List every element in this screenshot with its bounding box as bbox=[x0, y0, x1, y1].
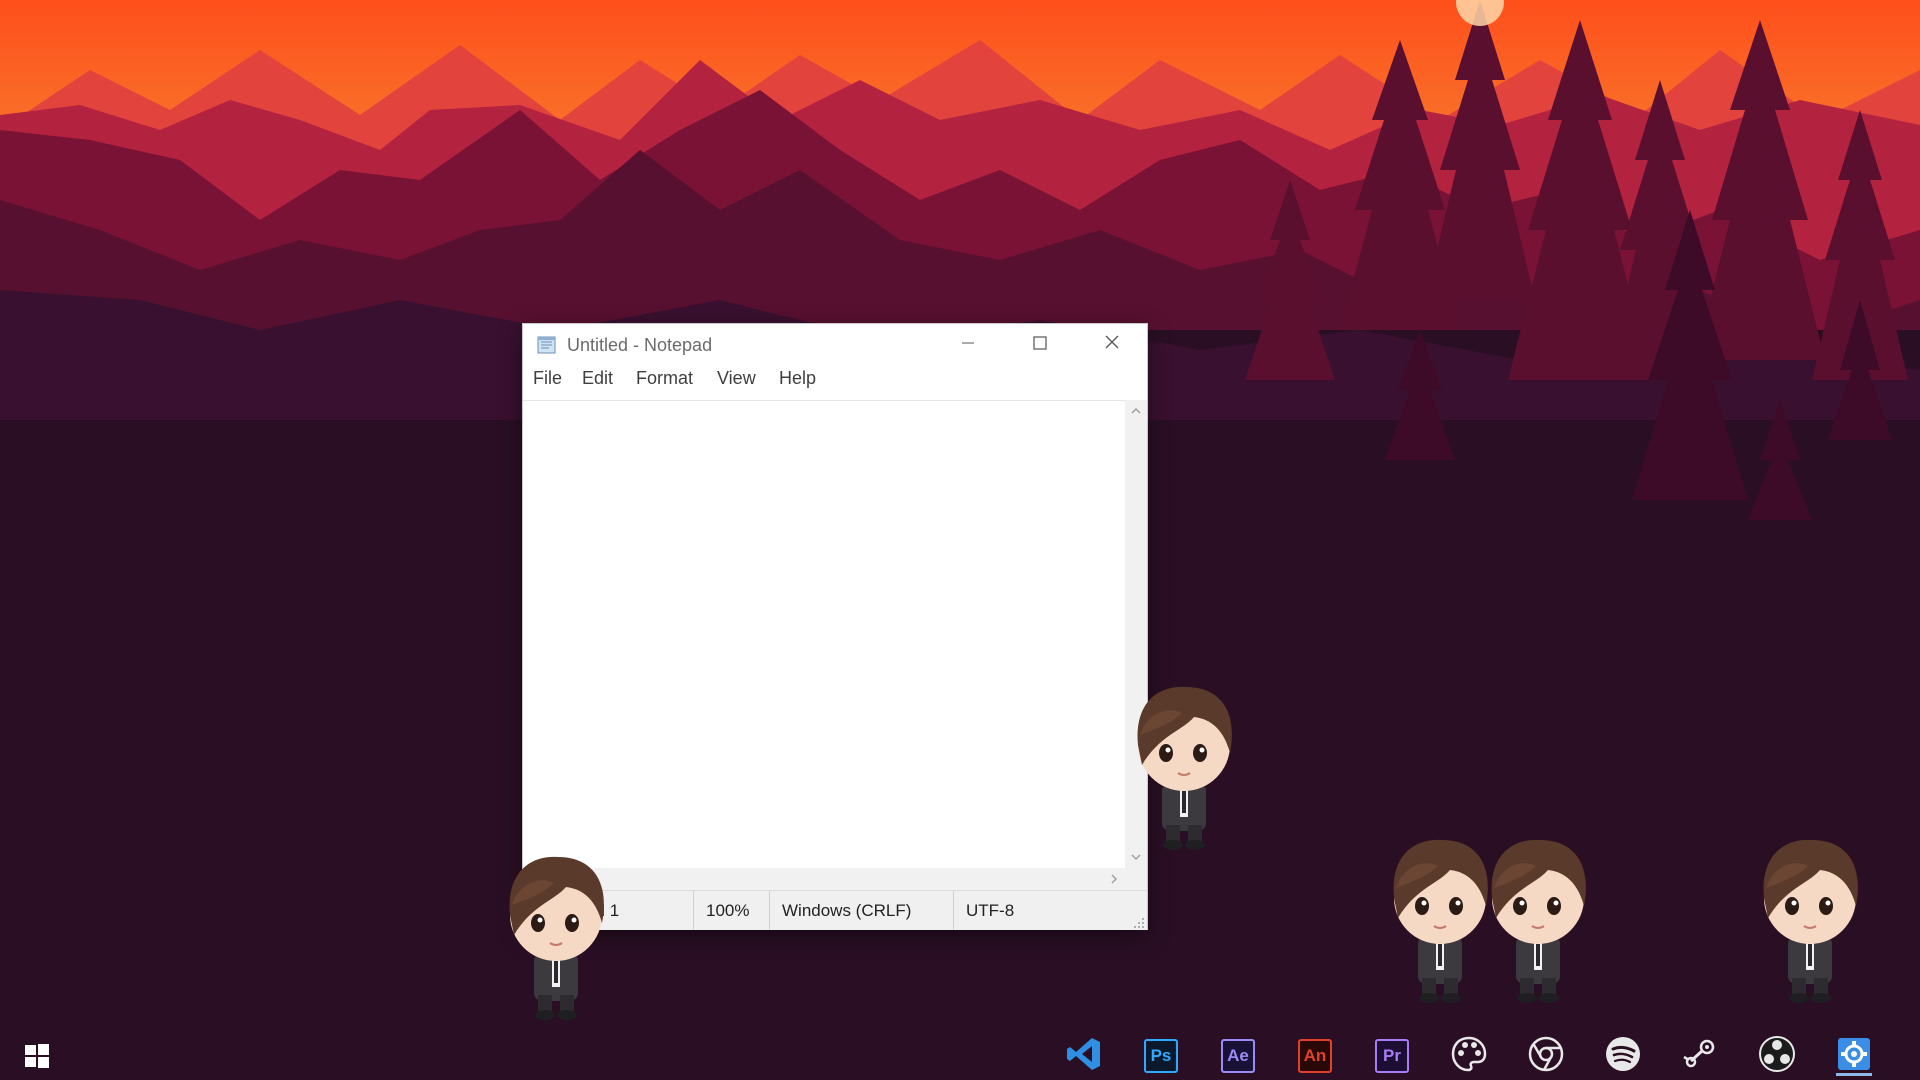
text-editor-input[interactable] bbox=[523, 401, 1125, 869]
resize-grip-icon[interactable] bbox=[1131, 914, 1145, 928]
taskbar-app-photoshop[interactable]: Ps bbox=[1141, 1036, 1181, 1076]
minimize-icon bbox=[961, 335, 975, 354]
taskbar-app-vscode[interactable] bbox=[1064, 1036, 1104, 1076]
status-line-ending: Windows (CRLF) bbox=[769, 891, 953, 930]
chibi-character bbox=[1742, 828, 1882, 1012]
taskbar-app-chrome[interactable] bbox=[1526, 1036, 1566, 1076]
taskbar: Ps Ae An Pr bbox=[0, 1031, 1920, 1080]
active-app-indicator bbox=[1836, 1073, 1872, 1076]
minimize-button[interactable] bbox=[933, 324, 1003, 364]
spotify-icon bbox=[1604, 1035, 1642, 1077]
scroll-up-arrow-icon[interactable] bbox=[1125, 400, 1147, 422]
title-bar[interactable]: Untitled - Notepad bbox=[523, 324, 1147, 364]
scroll-right-arrow-icon[interactable] bbox=[1103, 868, 1125, 890]
maximize-button[interactable] bbox=[1005, 324, 1075, 364]
chibi-character bbox=[488, 845, 628, 1029]
taskbar-app-obs[interactable] bbox=[1757, 1036, 1797, 1076]
taskbar-app-premiere[interactable]: Pr bbox=[1372, 1036, 1412, 1076]
notepad-app-icon bbox=[537, 336, 557, 354]
window-title: Untitled - Notepad bbox=[567, 335, 713, 355]
taskbar-app-after-effects[interactable]: Ae bbox=[1218, 1036, 1258, 1076]
premiere-icon: Pr bbox=[1375, 1039, 1409, 1073]
status-zoom: 100% bbox=[693, 891, 769, 930]
menu-edit[interactable]: Edit bbox=[582, 368, 613, 389]
obs-icon bbox=[1758, 1035, 1796, 1077]
taskbar-app-paint[interactable] bbox=[1449, 1036, 1489, 1076]
close-button[interactable] bbox=[1077, 324, 1147, 364]
taskbar-app-spotify[interactable] bbox=[1603, 1036, 1643, 1076]
scrollbar-corner bbox=[1125, 868, 1147, 890]
windows-start-icon[interactable] bbox=[24, 1043, 50, 1069]
menu-bar: File Edit Format View Help bbox=[523, 364, 1147, 394]
vscode-icon bbox=[1064, 1034, 1104, 1078]
taskbar-app-settings[interactable] bbox=[1834, 1036, 1874, 1076]
animate-icon: An bbox=[1298, 1039, 1332, 1073]
text-editor-area[interactable] bbox=[523, 400, 1125, 869]
photoshop-icon: Ps bbox=[1144, 1039, 1178, 1073]
taskbar-app-animate[interactable]: An bbox=[1295, 1036, 1335, 1076]
maximize-icon bbox=[1033, 335, 1047, 354]
notepad-window[interactable]: Untitled - Notepad File Edit Format View… bbox=[522, 323, 1148, 930]
menu-help[interactable]: Help bbox=[779, 368, 816, 389]
chrome-icon bbox=[1527, 1035, 1565, 1077]
taskbar-app-steam[interactable] bbox=[1680, 1036, 1720, 1076]
steam-icon bbox=[1681, 1035, 1719, 1077]
menu-view[interactable]: View bbox=[717, 368, 756, 389]
close-icon bbox=[1104, 334, 1120, 354]
settings-icon bbox=[1835, 1035, 1873, 1077]
chibi-character bbox=[1116, 675, 1256, 859]
menu-file[interactable]: File bbox=[533, 368, 562, 389]
after-effects-icon: Ae bbox=[1221, 1039, 1255, 1073]
menu-format[interactable]: Format bbox=[636, 368, 693, 389]
status-encoding: UTF-8 bbox=[953, 891, 1147, 930]
palette-icon bbox=[1450, 1035, 1488, 1077]
chibi-character bbox=[1470, 828, 1610, 1012]
